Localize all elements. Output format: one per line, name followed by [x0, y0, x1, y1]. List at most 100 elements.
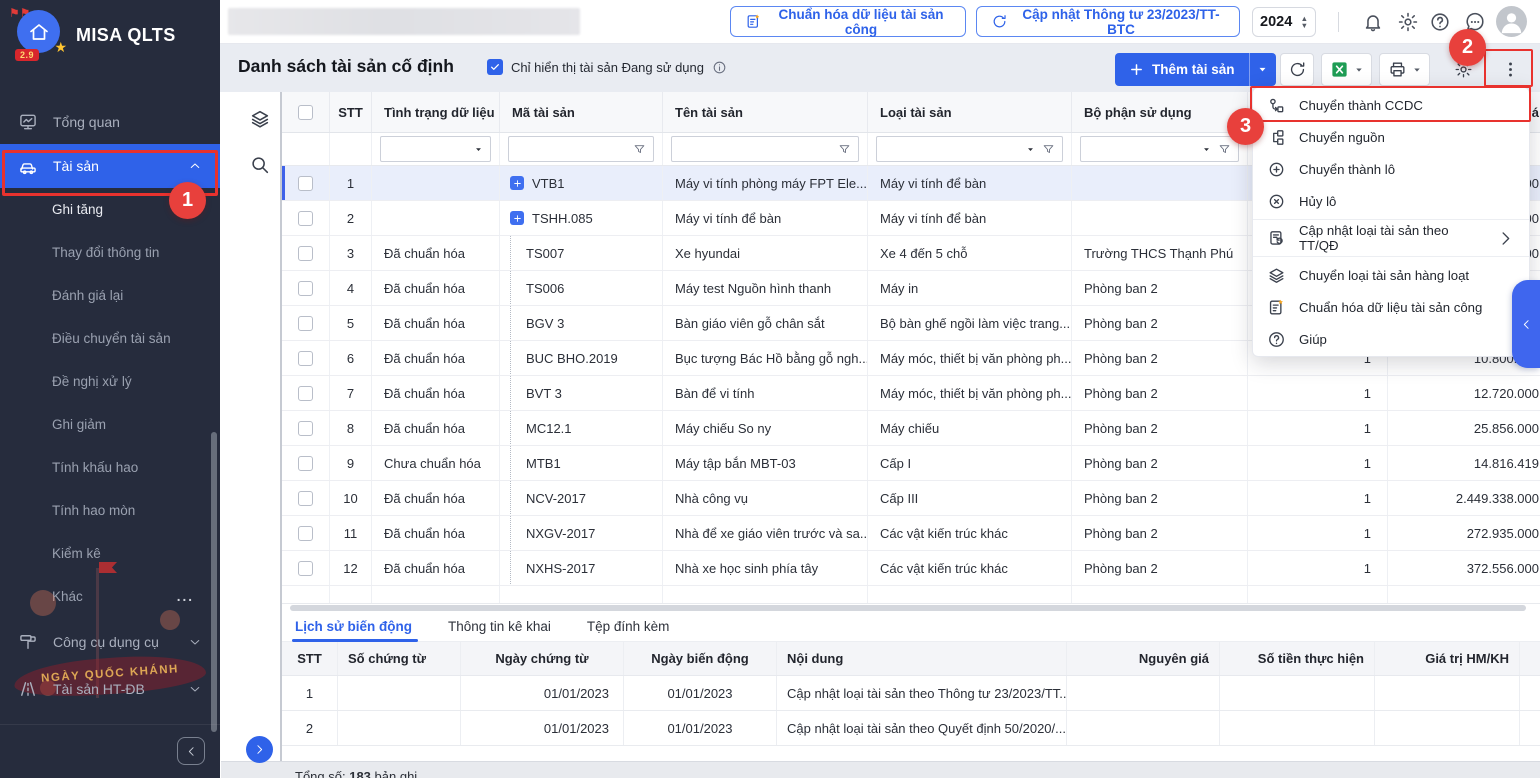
expand-panel-button[interactable] [246, 736, 273, 763]
row-checkbox[interactable] [298, 246, 313, 261]
name-filter-input[interactable] [671, 136, 859, 162]
total-count: 183 [349, 769, 371, 778]
export-excel-button[interactable] [1321, 53, 1372, 86]
layers-icon[interactable] [249, 108, 271, 130]
dcol-value: Giá trị HM/KH [1375, 642, 1520, 675]
menu-item[interactable]: Cập nhật loại tài sản theo TT/QĐ [1253, 222, 1529, 254]
cell-dept: Phòng ban 2 [1072, 551, 1248, 585]
menu-item[interactable]: Chuyển thành lô [1253, 153, 1529, 185]
col-header-dept[interactable]: Bộ phận sử dụng [1072, 92, 1248, 132]
detail-tab[interactable]: Thông tin kê khai [448, 619, 551, 634]
cell-code: MC12.1 [500, 411, 663, 445]
asset-row[interactable]: 7 Đã chuẩn hóa BVT 3 Bàn để vi tính Máy … [282, 376, 1540, 411]
asset-row[interactable]: 9 Chưa chuẩn hóa MTB1 Máy tập bắn MBT-03… [282, 446, 1540, 481]
row-checkbox[interactable] [298, 176, 313, 191]
select-all-checkbox[interactable] [298, 105, 313, 120]
avatar[interactable] [1496, 6, 1527, 37]
sidebar-group-item[interactable]: Công cụ dụng cụ [0, 618, 220, 665]
sidebar-subitem[interactable]: Đánh giá lại [0, 274, 220, 317]
chat-icon[interactable] [1464, 11, 1486, 33]
menu-item[interactable]: Giúp [1253, 323, 1529, 355]
code-filter-input[interactable] [508, 136, 654, 162]
row-checkbox[interactable] [298, 386, 313, 401]
cell-status: Đã chuẩn hóa [372, 306, 500, 340]
row-checkbox[interactable] [298, 281, 313, 296]
row-checkbox[interactable] [298, 561, 313, 576]
menu-item[interactable]: Chuyển thành CCDC [1253, 89, 1529, 121]
row-checkbox[interactable] [298, 316, 313, 331]
cell-dept [1072, 166, 1248, 200]
in-use-checkbox[interactable] [487, 59, 503, 75]
add-asset-button[interactable]: Thêm tài sản [1115, 53, 1276, 86]
cell-status: Đã chuẩn hóa [372, 376, 500, 410]
sidebar-subitem[interactable]: Tính khấu hao [0, 446, 220, 489]
sidebar-subitem[interactable]: Khác ... [0, 575, 220, 618]
search-icon[interactable] [249, 154, 271, 176]
more-actions-button[interactable] [1489, 53, 1531, 86]
col-header-type[interactable]: Loại tài sản [868, 92, 1072, 132]
expand-row-icon[interactable] [510, 176, 524, 190]
type-filter-select[interactable] [876, 136, 1063, 162]
col-header-stt[interactable]: STT [330, 92, 372, 132]
sidebar-subitem[interactable]: Tính hao mòn [0, 489, 220, 532]
sidebar-group-item[interactable]: Tài sản HT-ĐB [0, 665, 220, 712]
sidebar-item-assets[interactable]: Tài sản [0, 144, 220, 188]
col-header-name[interactable]: Tên tài sản [663, 92, 868, 132]
detail-tab[interactable]: Tệp đính kèm [587, 619, 670, 634]
tree-line [510, 446, 524, 480]
asset-row[interactable]: 12 Đã chuẩn hóa NXHS-2017 Nhà xe học sin… [282, 551, 1540, 586]
sidebar-subitem[interactable]: Đề nghị xử lý [0, 360, 220, 403]
sidebar-subitem[interactable]: Thay đổi thông tin [0, 231, 220, 274]
cell-type: Máy móc, thiết bị văn phòng ph... [868, 376, 1072, 410]
sidebar-scrollbar[interactable] [211, 432, 217, 732]
convert-ccdc-icon [1267, 96, 1286, 115]
detail-header-row: STT Số chứng từ Ngày chứng từ Ngày biến … [282, 642, 1540, 676]
refresh-button[interactable] [1280, 53, 1314, 86]
sidebar-subitem[interactable]: Ghi giảm [0, 403, 220, 446]
chevron-right-icon [253, 743, 266, 756]
overview-icon [18, 112, 38, 132]
row-checkbox[interactable] [298, 351, 313, 366]
info-icon[interactable] [712, 60, 727, 75]
year-stepper-icon[interactable]: ▲▼ [1301, 15, 1308, 29]
asset-row[interactable]: 11 Đã chuẩn hóa NXGV-2017 Nhà để xe giáo… [282, 516, 1540, 551]
gear-icon[interactable] [1397, 11, 1419, 33]
sidebar-subitem[interactable]: Ghi tăng [0, 188, 220, 231]
menu-item[interactable]: Hủy lô [1253, 185, 1529, 217]
cell-qty: 1 [1248, 446, 1388, 480]
row-checkbox[interactable] [298, 526, 313, 541]
table-settings-button[interactable] [1447, 53, 1480, 86]
row-checkbox[interactable] [298, 211, 313, 226]
history-row[interactable]: 2 01/01/2023 01/01/2023 Cập nhật loại tà… [282, 711, 1540, 746]
menu-item[interactable]: Chuẩn hóa dữ liệu tài sản công [1253, 291, 1529, 323]
col-header-status[interactable]: Tình trạng dữ liệu [372, 92, 500, 132]
update-circular-button[interactable]: Cập nhật Thông tư 23/2023/TT-BTC [976, 6, 1240, 37]
sidebar-item-overview[interactable]: Tổng quan [0, 100, 220, 144]
menu-item[interactable]: Chuyển loại tài sản hàng loạt [1253, 259, 1529, 291]
detail-tab[interactable]: Lịch sử biến động [295, 619, 412, 634]
print-button[interactable] [1379, 53, 1430, 86]
col-header-code[interactable]: Mã tài sản [500, 92, 663, 132]
row-checkbox[interactable] [298, 491, 313, 506]
status-filter-select[interactable] [380, 136, 491, 162]
expand-row-icon[interactable] [510, 211, 524, 225]
dept-filter-select[interactable] [1080, 136, 1239, 162]
standardize-data-button[interactable]: Chuẩn hóa dữ liệu tài sản công [730, 6, 966, 37]
asset-row[interactable]: 10 Đã chuẩn hóa NCV-2017 Nhà công vụ Cấp… [282, 481, 1540, 516]
chevron-left-icon [1520, 318, 1533, 331]
scrollbar-thumb[interactable] [290, 605, 1526, 611]
add-asset-dropdown[interactable] [1249, 53, 1276, 86]
help-icon[interactable] [1429, 11, 1451, 33]
bell-icon[interactable] [1362, 11, 1384, 33]
row-checkbox[interactable] [298, 421, 313, 436]
sidebar-subitem[interactable]: Điều chuyển tài sản [0, 317, 220, 360]
menu-item[interactable]: Chuyển nguồn [1253, 121, 1529, 153]
year-selector[interactable]: 2024 ▲▼ [1252, 7, 1316, 37]
sidebar-subitem[interactable]: Kiểm kê [0, 532, 220, 575]
history-row[interactable]: 1 01/01/2023 01/01/2023 Cập nhật loại tà… [282, 676, 1540, 711]
cell-dept: Trường THCS Thạnh Phú [1072, 236, 1248, 270]
sidebar-collapse-button[interactable] [177, 737, 205, 765]
row-checkbox[interactable] [298, 456, 313, 471]
collapse-right-panel-tab[interactable] [1512, 280, 1540, 368]
asset-row[interactable]: 8 Đã chuẩn hóa MC12.1 Máy chiếu So ny Má… [282, 411, 1540, 446]
